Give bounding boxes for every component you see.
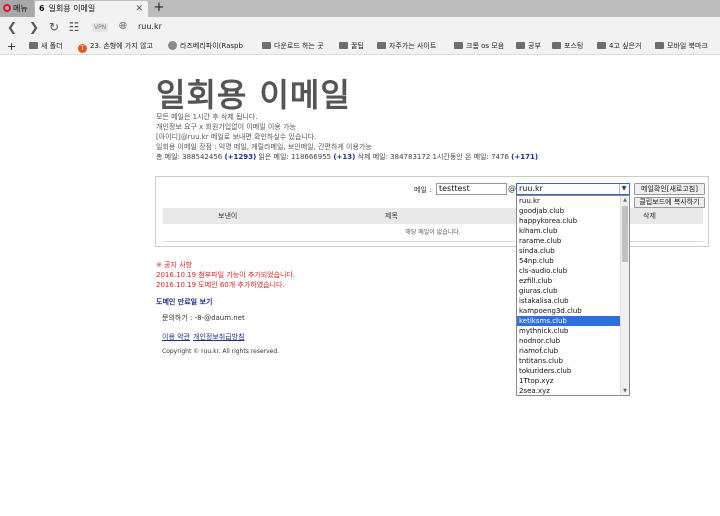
tab-favicon-icon: 6: [39, 4, 45, 13]
folder-icon: [552, 42, 561, 49]
dropdown-option[interactable]: giuras.club: [517, 286, 621, 296]
bookmark-item[interactable]: 다운로드 하는 곳: [262, 38, 332, 55]
dropdown-option[interactable]: nodnor.club: [517, 336, 621, 346]
dropdown-option[interactable]: 54np.club: [517, 256, 621, 266]
dropdown-option[interactable]: kampoeng3d.club: [517, 306, 621, 316]
dropdown-scrollbar[interactable]: ▲ ▼: [620, 196, 629, 395]
dropdown-option[interactable]: cls-audio.club: [517, 266, 621, 276]
dropdown-option[interactable]: tntitans.club: [517, 356, 621, 366]
dropdown-option[interactable]: kiham.club: [517, 226, 621, 236]
bookmark-item[interactable]: 새 폴더: [29, 38, 63, 55]
column-header-delete: 삭제: [643, 212, 656, 220]
dropdown-option[interactable]: 1Ttop.xyz: [517, 376, 621, 386]
column-header-subject: 제목: [385, 212, 398, 220]
folder-icon: [597, 42, 606, 49]
at-sign: @: [508, 184, 516, 193]
terms-link[interactable]: 이용 약관: [162, 333, 190, 341]
browser-tab[interactable]: 6 일회용 이메일 ✕: [35, 1, 148, 17]
domain-dropdown-list[interactable]: ruu.kr goodjab.club happykorea.club kiham.c…: [516, 195, 630, 396]
privacy-link[interactable]: 개인정보취급방침: [193, 333, 245, 341]
tab-strip: 메뉴 6 일회용 이메일 ✕ +: [0, 0, 720, 17]
folder-icon: [262, 42, 271, 49]
dropdown-option[interactable]: ezfill.club: [517, 276, 621, 286]
bookmark-item[interactable]: 라즈베리파이(Raspb: [168, 38, 256, 55]
globe-icon: 🌐︎: [119, 21, 127, 32]
email-id-input[interactable]: testtest: [436, 183, 507, 195]
bookmark-item[interactable]: 공부: [516, 38, 541, 55]
address-bar: ❮ ❯ ↻ ☷ VPN 🌐︎ ruu.kr: [0, 17, 720, 38]
footer-links: 이용 약관 개인정보취급방침: [162, 332, 248, 342]
email-label: 메일 :: [414, 186, 432, 194]
dropdown-option[interactable]: mythnick.club: [517, 326, 621, 336]
forward-icon[interactable]: ❯: [26, 19, 42, 36]
back-icon[interactable]: ❮: [4, 19, 20, 36]
folder-icon: [516, 42, 525, 49]
scroll-down-icon[interactable]: ▼: [621, 387, 629, 395]
tab-close-icon[interactable]: ✕: [135, 1, 143, 17]
add-bookmark-icon[interactable]: +: [7, 38, 16, 55]
dropdown-option[interactable]: sinda.club: [517, 246, 621, 256]
bookmark-item[interactable]: T 23. 손형에 가지 않고: [78, 38, 158, 55]
mail-stats: 총 메일: 388542456 (+1293) 읽은 메일: 118666955…: [156, 153, 539, 161]
site-icon: T: [78, 44, 87, 53]
notice-section: ※ 공지 사항 2016.10.19 첨부파일 기능이 추가되었습니다. 201…: [156, 261, 296, 289]
folder-icon: [454, 42, 463, 49]
folder-icon: [339, 42, 348, 49]
opera-logo-icon: [3, 4, 11, 12]
speed-dial-icon[interactable]: ☷: [66, 19, 82, 36]
bookmarks-bar: + 새 폴더 T 23. 손형에 가지 않고 라즈베리파이(Raspb 다운로드 …: [0, 38, 720, 55]
folder-icon: [29, 42, 38, 49]
scrollbar-thumb[interactable]: [622, 206, 628, 262]
bookmark-item[interactable]: 자주가는 사이트: [377, 38, 436, 55]
tab-title: 일회용 이메일: [48, 4, 96, 13]
vpn-badge[interactable]: VPN: [92, 23, 109, 32]
dropdown-option[interactable]: riamof.club: [517, 346, 621, 356]
scroll-up-icon[interactable]: ▲: [621, 196, 629, 204]
bookmark-item[interactable]: 포스팅: [552, 38, 583, 55]
url-input[interactable]: ruu.kr: [138, 22, 162, 31]
reload-icon[interactable]: ↻: [46, 19, 62, 36]
column-header-sender: 보낸이: [218, 212, 238, 220]
page-title: 일회용 이메일: [156, 76, 351, 114]
dropdown-option[interactable]: ketiksms.club: [517, 316, 621, 326]
domain-select[interactable]: ruu.kr ▼: [516, 183, 630, 195]
dropdown-option[interactable]: happykorea.club: [517, 216, 621, 226]
contact-info: 문의하기 : -8-@daum.net: [162, 314, 245, 322]
dropdown-option[interactable]: rarame.club: [517, 236, 621, 246]
site-icon: [168, 41, 177, 50]
domain-expiry-link[interactable]: 도메인 만료일 보기: [156, 297, 212, 307]
dropdown-option[interactable]: istakalisa.club: [517, 296, 621, 306]
folder-icon: [655, 42, 664, 49]
copyright: Copyright © ruu.kr. All rights reserved.: [162, 348, 280, 355]
new-tab-button[interactable]: +: [151, 0, 167, 17]
dropdown-option[interactable]: tokuriders.club: [517, 366, 621, 376]
bookmark-item[interactable]: 4고 싶은거: [597, 38, 641, 55]
chevron-down-icon[interactable]: ▼: [619, 184, 628, 194]
copy-clipboard-button[interactable]: 클립보드에 복사하기: [634, 197, 705, 208]
folder-icon: [377, 42, 386, 49]
bookmark-item[interactable]: 꿀팁: [339, 38, 364, 55]
dropdown-option[interactable]: ruu.kr: [517, 196, 621, 206]
browser-menu-button[interactable]: 메뉴: [0, 0, 34, 17]
bookmark-item[interactable]: 크롬 os 모음: [454, 38, 504, 55]
dropdown-option[interactable]: goodjab.club: [517, 206, 621, 216]
dropdown-option[interactable]: 2sea.xyz: [517, 386, 621, 395]
check-mail-button[interactable]: 메일확인[새로고침]: [634, 183, 705, 195]
bookmark-item[interactable]: 모바일 북마크: [655, 38, 717, 55]
page-description: 모든 메일은 1시간 후 삭제 됩니다. 개인정보 요구 x 회원가입없이 이메…: [156, 113, 372, 151]
